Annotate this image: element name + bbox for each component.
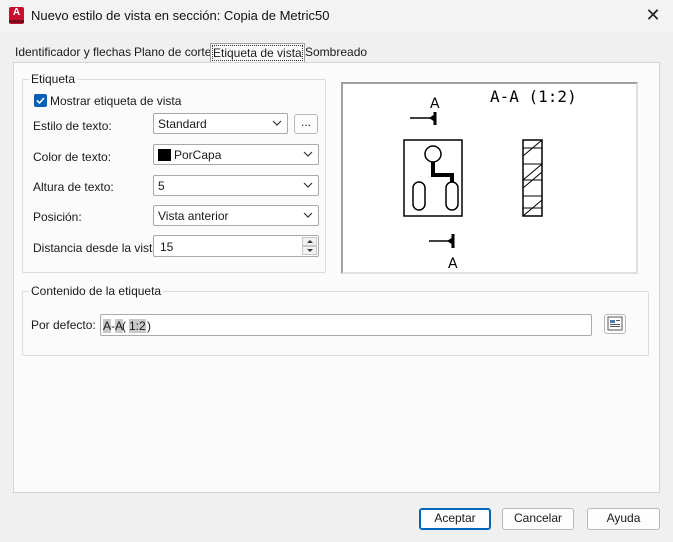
ok-button[interactable]: Aceptar — [419, 508, 491, 530]
position-dropdown[interactable]: Vista anterior — [153, 205, 319, 226]
text-style-label: Estilo de texto: — [33, 119, 112, 133]
part-front-view — [403, 139, 463, 217]
text-color-dropdown[interactable]: PorCapa — [153, 144, 319, 165]
show-label-checkbox[interactable] — [34, 94, 47, 107]
color-swatch — [158, 149, 171, 161]
offset-spinbox[interactable]: 15 — [153, 235, 319, 257]
label-content-field[interactable]: A - A ( 1:2 ) — [100, 314, 592, 336]
field-token: 1:2 — [129, 319, 146, 333]
text-color-label: Color de texto: — [33, 150, 112, 164]
text-style-browse-button[interactable]: ... — [294, 114, 318, 134]
etiqueta-group-label: Etiqueta — [29, 72, 78, 86]
offset-label: Distancia desde la vista: — [33, 241, 163, 255]
text-color-value: PorCapa — [174, 148, 222, 162]
offset-spin-buttons — [302, 237, 317, 255]
part-section-view — [522, 139, 543, 217]
text-height-value: 5 — [158, 179, 165, 193]
chevron-down-icon — [272, 120, 282, 126]
static-text: ( — [122, 319, 126, 333]
show-label-checkbox-label[interactable]: Mostrar etiqueta de vista — [50, 94, 181, 108]
contenido-group-label: Contenido de la etiqueta — [29, 284, 164, 298]
insert-field-button[interactable] — [604, 314, 626, 334]
app-icon-letter: A — [12, 7, 21, 18]
position-value: Vista anterior — [158, 209, 229, 223]
label-preview: A-A (1:2) A A — [341, 82, 638, 274]
tab-sombreado[interactable]: Sombreado — [303, 43, 369, 63]
preview-title: A-A (1:2) — [490, 87, 577, 106]
tab-identificador-flechas[interactable]: Identificador y flechas — [13, 43, 133, 63]
help-button[interactable]: Ayuda — [587, 508, 660, 530]
checkmark-icon — [36, 97, 45, 105]
insert-field-icon — [607, 316, 623, 331]
chevron-down-icon — [303, 151, 313, 157]
tab-etiqueta-de-vista[interactable]: Etiqueta de vista — [210, 43, 305, 63]
text-style-value: Standard — [158, 117, 207, 131]
chevron-down-icon — [303, 182, 313, 188]
tab-plano-de-corte[interactable]: Plano de corte — [132, 43, 213, 63]
section-view-preview-graphic: A-A (1:2) A A — [403, 87, 577, 272]
preview-marker-bottom: A — [448, 256, 458, 272]
text-height-dropdown[interactable]: 5 — [153, 175, 319, 196]
title-bar: A Nuevo estilo de vista en sección: Copi… — [0, 0, 673, 33]
text-style-dropdown[interactable]: Standard — [153, 113, 288, 134]
default-label: Por defecto: — [31, 318, 96, 332]
preview-marker-top: A — [430, 96, 440, 112]
static-text: ) — [147, 319, 151, 333]
position-label: Posición: — [33, 210, 82, 224]
close-icon[interactable]: ✕ — [642, 5, 664, 27]
section-arrow-top-icon — [410, 112, 437, 125]
chevron-down-icon — [303, 212, 313, 218]
section-arrow-bottom-icon — [429, 234, 455, 248]
spin-up-arrow-icon[interactable] — [302, 237, 317, 246]
offset-value: 15 — [160, 240, 174, 254]
field-token: A — [103, 319, 112, 333]
cancel-button[interactable]: Cancelar — [502, 508, 574, 530]
autocad-app-icon: A — [9, 7, 24, 24]
spin-down-arrow-icon[interactable] — [302, 246, 317, 255]
window-title: Nuevo estilo de vista en sección: Copia … — [31, 8, 330, 23]
text-height-label: Altura de texto: — [33, 180, 114, 194]
